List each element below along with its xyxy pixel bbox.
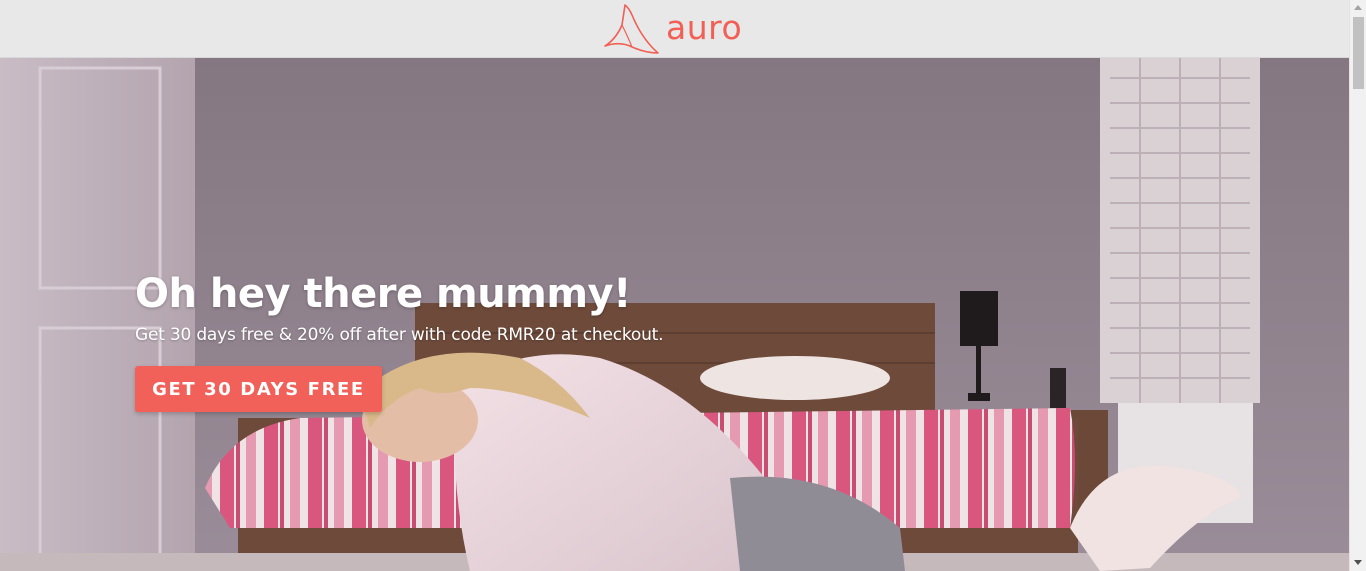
scroll-thumb[interactable] [1353,17,1364,89]
scroll-up-arrow-icon[interactable] [1354,5,1362,10]
hero-title: Oh hey there mummy! [135,271,631,317]
auro-peak-icon [602,3,660,55]
site-header: auro [0,0,1349,58]
brand-logo[interactable]: auro [602,2,742,56]
get-30-days-free-button[interactable]: GET 30 DAYS FREE [135,366,382,412]
brand-name: auro [666,7,743,47]
hero-section: Oh hey there mummy! Get 30 days free & 2… [0,58,1349,571]
hero-copy: Oh hey there mummy! Get 30 days free & 2… [135,271,664,412]
hero-subtitle: Get 30 days free & 20% off after with co… [135,325,664,345]
scroll-down-arrow-icon[interactable] [1354,560,1362,565]
page-scrollbar[interactable] [1349,0,1366,571]
